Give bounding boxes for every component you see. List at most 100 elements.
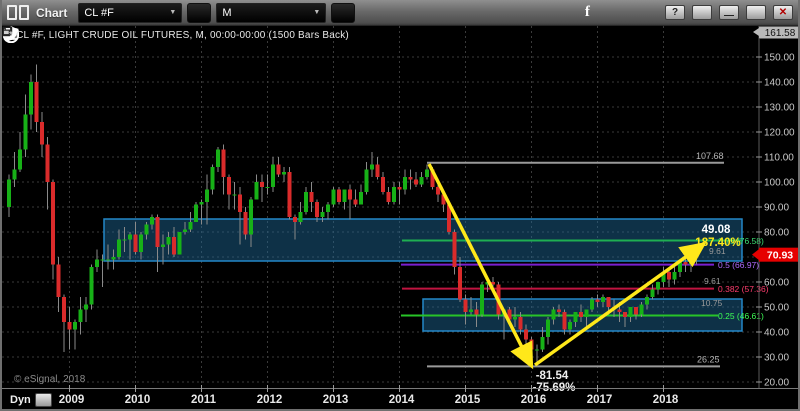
chart-window: Chart CL #F ▼ M ▼ f ? — ✕ 0.75 (76.58) 0… [0,0,800,411]
candle [188,222,193,230]
candle [342,189,347,202]
candle [133,234,138,252]
last-price-value: 70.93 [767,250,793,262]
year-label: 2012 [257,394,283,406]
hotkey-box-button[interactable] [2,2,517,39]
interval-select[interactable]: M ▼ [216,2,327,23]
eraser-tool-button[interactable] [4,2,490,42]
candle [408,177,413,180]
year-label: 2016 [521,394,547,406]
last-price-arrow-icon [752,249,759,261]
year-label: 2009 [59,394,85,406]
candle [111,257,116,260]
toolbar: Chart CL #F ▼ M ▼ f ? — ✕ [2,0,798,44]
candle [425,169,429,177]
candle [397,187,402,190]
price-axis-label: 60.00 [764,278,789,289]
candle [78,309,83,322]
price-axis-label: 90.00 [764,203,789,214]
help-button[interactable]: ? [665,5,685,20]
fib-level-label: 0.5 (66.97) [718,260,759,270]
scale-lock-button[interactable] [34,392,52,407]
close-button[interactable]: ✕ [773,5,793,20]
candle [51,182,55,265]
candle [254,182,259,200]
candle [265,187,270,188]
year-label: 2011 [191,394,217,406]
candle [155,217,160,247]
fib-level-label: 0.25 (46.61) [718,311,764,321]
candle [359,192,363,205]
candle [7,179,11,207]
symbol-select[interactable]: CL #F ▼ [78,2,183,23]
candle [639,304,644,315]
candle [557,309,561,312]
candle [348,189,352,200]
fib-measure-label: 10.75 [701,298,723,308]
high-price-value: 161.58 [765,28,796,39]
minimize-button[interactable]: — [719,5,739,20]
candle [260,182,264,187]
candle [304,192,308,212]
symbol-refresh-button[interactable] [2,2,212,41]
annotation-text: -81.54 [536,370,569,382]
price-axis-label: 130.00 [764,103,795,114]
chevron-down-icon: ▼ [313,9,321,16]
candle [23,114,28,150]
candle [62,297,66,322]
candle [232,194,237,196]
candle [392,187,396,202]
pencil-draw-button[interactable] [4,2,382,41]
candle [458,267,462,300]
candle [353,199,358,205]
candle [161,244,165,247]
cascade-button[interactable] [2,5,712,37]
facebook-share-button[interactable]: f [576,2,598,24]
candle [100,259,105,261]
candle [177,232,182,255]
fib-level-label: 0.382 (57.36) [718,284,769,294]
year-label: 2010 [125,394,151,406]
candle [513,317,517,320]
candle [645,297,649,305]
chat-bubble-button[interactable] [3,2,544,42]
candle [650,289,655,297]
dynamic-scale-bar: Dyn [2,390,52,409]
candle [243,212,248,235]
candle [623,312,627,317]
chart-title: * CL #F, LIGHT CRUDE OIL FUTURES, M, 00:… [9,30,349,41]
high-price-arrow-icon [753,28,759,36]
dyn-toggle[interactable]: Dyn [10,394,31,406]
trendline-tool-button[interactable] [2,2,409,44]
candle [12,169,17,180]
candle [579,312,583,317]
candle [617,309,622,312]
candle [139,234,143,252]
app-title: Chart [36,5,68,20]
candle [227,177,231,195]
fib-measure-label: 9.61 [704,276,721,286]
candle [546,319,550,337]
candle [122,239,127,241]
candle [683,262,688,265]
candle [56,264,61,297]
time-template-button[interactable] [3,2,356,40]
candle [381,177,385,192]
maximize-button[interactable] [2,5,766,36]
trend-arrow-down[interactable] [427,163,534,370]
twitter-share-button[interactable] [3,2,571,41]
candle [337,189,341,202]
candle [568,322,572,330]
year-label: 2018 [653,394,679,406]
year-label: 2014 [389,394,415,406]
candle [144,224,149,235]
year-label: 2017 [587,394,613,406]
candle [562,312,567,330]
window-panes-icon [7,5,29,20]
candle [414,179,418,185]
playback-tool-button[interactable] [2,2,436,44]
candle [18,149,22,170]
auto-trend-button[interactable]: A [2,2,463,44]
candle [590,299,594,310]
candle [480,284,484,315]
